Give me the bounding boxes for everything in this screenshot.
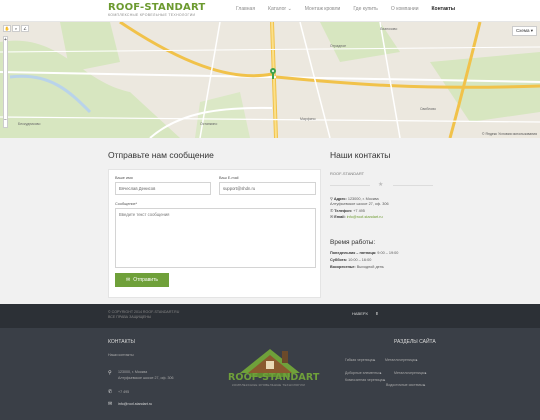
- map-roads: [0, 22, 540, 138]
- arrow-up-icon: ⬆: [375, 311, 379, 316]
- ruler-icon[interactable]: ∠: [21, 25, 29, 32]
- nav-where-to-buy[interactable]: Где купить: [353, 6, 378, 12]
- phone-value: +7 495: [353, 209, 365, 213]
- footer-contacts-title: КОНТАКТЫ: [108, 339, 135, 345]
- email-label-contacts: Email:: [334, 215, 346, 219]
- nav-home[interactable]: Главная: [236, 6, 255, 12]
- zoom-slider[interactable]: + −: [3, 36, 8, 128]
- location-pin-icon: ⚲: [108, 370, 112, 376]
- footer-link-composite-tile[interactable]: Композитная черепица: [345, 378, 385, 382]
- map-toolbar: ✋ ⌕ ∠: [3, 25, 29, 32]
- email-link[interactable]: info@roof-standart.ru: [347, 215, 383, 219]
- map-label: Бескудниково: [18, 122, 41, 126]
- footer-link-additional-elements[interactable]: Доборные элементы: [345, 371, 381, 375]
- copyright-line: ВСЕ ПРАВА ЗАЩИЩЕНЫ: [108, 315, 152, 319]
- footer-company-text: Наши контакты: [108, 353, 134, 357]
- footer-link-metal-tile[interactable]: Металлочерепица: [385, 358, 418, 362]
- zoom-out-icon[interactable]: −: [4, 117, 7, 123]
- address-line-2: Алтуфьевское шоссе 27, оф. 306: [330, 202, 389, 206]
- envelope-icon: ✉: [126, 277, 131, 283]
- name-label: Ваше имя: [115, 176, 133, 180]
- magnifier-icon[interactable]: ⌕: [12, 25, 20, 32]
- location-pin-icon[interactable]: [270, 68, 276, 74]
- address-label: Адрес:: [333, 197, 347, 201]
- hand-icon[interactable]: ✋: [3, 25, 11, 32]
- footer-logo-subtitle: Комплексные кровельные технологии: [232, 383, 305, 387]
- logo[interactable]: ROOF-STANDART Комплексные кровельные тех…: [108, 3, 205, 18]
- site-header: ROOF-STANDART Комплексные кровельные тех…: [0, 0, 540, 22]
- nav-about[interactable]: О компании: [391, 6, 419, 12]
- main-nav: Главная Каталог ⌄ Монтаж кровли Где купи…: [236, 6, 455, 12]
- address-line: ⚲ Адрес: 123000, г. Москва: [330, 196, 379, 201]
- phone-icon: ✆: [108, 389, 113, 395]
- mail-icon: ✉: [108, 401, 113, 407]
- hours-sunday: Воскресенье: Выходной день: [330, 265, 384, 269]
- footer-email[interactable]: info@roof-standart.ru: [118, 402, 152, 406]
- company-name: ROOF-STANDART: [330, 171, 365, 176]
- footer-address-1: 123000, г. Москва: [118, 370, 148, 374]
- address-value: 123000, г. Москва: [347, 197, 379, 201]
- contacts-title: Наши контакты: [330, 150, 391, 160]
- nav-catalog[interactable]: Каталог ⌄: [268, 6, 292, 12]
- nav-contacts[interactable]: Контакты: [432, 6, 456, 12]
- nav-roof-installation[interactable]: Монтаж кровли: [305, 6, 341, 12]
- logo-subtitle: Комплексные кровельные технологии: [108, 13, 196, 17]
- footer-address-2: Алтуфьевское шоссе 27, оф. 306: [118, 376, 174, 380]
- message-label: Сообщение*: [115, 202, 138, 206]
- hours-title: Время работы:: [330, 239, 376, 246]
- footer-link-flexible-tile[interactable]: Гибкая черепица: [345, 358, 375, 362]
- map-copyright[interactable]: © Яндекс Условия использования: [482, 132, 537, 136]
- back-to-top-button[interactable]: НАВЕРХ ⬆: [352, 311, 379, 316]
- message-textarea[interactable]: [115, 208, 316, 268]
- map-label: Отрадное: [330, 44, 347, 48]
- email-line: ✉ Email: info@roof-standart.ru: [330, 214, 383, 219]
- copyright-text: © COPYRIGHT 2014 ROOF-STANDART.RU ВСЕ ПР…: [108, 310, 179, 320]
- email-label: Ваш E-mail: [219, 176, 239, 180]
- hours-saturday: Суббота: 10:00 – 16:00: [330, 258, 371, 262]
- map-label: Останкино: [200, 122, 218, 126]
- footer-sections-title: РАЗДЕЛЫ САЙТА: [394, 339, 436, 345]
- footer-link-metal-tile-2[interactable]: Металлочерепица: [394, 371, 427, 375]
- hours-value: 9:00 – 19:00: [377, 251, 399, 255]
- map-label: Лианозово: [380, 27, 398, 31]
- mail-icon: ✉: [330, 215, 334, 219]
- map-label: Свиблово: [420, 107, 436, 111]
- email-field[interactable]: [219, 182, 316, 195]
- footer-logo-title[interactable]: ROOF-STANDART: [228, 372, 319, 383]
- footer-link-gutter-systems[interactable]: Водосточные системы: [386, 383, 425, 387]
- phone-line: ✆ Телефон: +7 495: [330, 208, 365, 213]
- phone-label: Телефон:: [334, 209, 353, 213]
- hours-label: Суббота:: [330, 258, 348, 262]
- hours-label: Понедельник – пятница:: [330, 251, 377, 255]
- form-title: Отправьте нам сообщение: [108, 150, 214, 160]
- hours-value: Выходной день: [356, 265, 384, 269]
- star-icon: ★: [378, 182, 384, 188]
- hours-value: 10:00 – 16:00: [348, 258, 372, 262]
- hours-weekdays: Понедельник – пятница: 9:00 – 19:00: [330, 251, 398, 255]
- zoom-in-icon[interactable]: +: [4, 37, 7, 43]
- footer-phone: +7 495: [118, 390, 130, 394]
- back-to-top-label: НАВЕРХ: [352, 311, 369, 316]
- name-field[interactable]: [115, 182, 211, 195]
- send-button-label: Отправить: [133, 277, 158, 283]
- phone-icon: ✆: [330, 209, 334, 213]
- location-map[interactable]: ✋ ⌕ ∠ + − Схема ▾ Отрадное Бескудниково …: [0, 22, 540, 138]
- map-type-select[interactable]: Схема ▾: [511, 26, 537, 36]
- logo-title: ROOF-STANDART: [108, 2, 206, 13]
- copyright-band: [0, 304, 540, 328]
- send-button[interactable]: ✉ Отправить: [115, 273, 169, 287]
- pin-icon: ⚲: [330, 197, 333, 201]
- hours-label: Воскресенье:: [330, 265, 356, 269]
- map-label: Марфино: [300, 117, 316, 121]
- star-divider: ★: [330, 181, 433, 189]
